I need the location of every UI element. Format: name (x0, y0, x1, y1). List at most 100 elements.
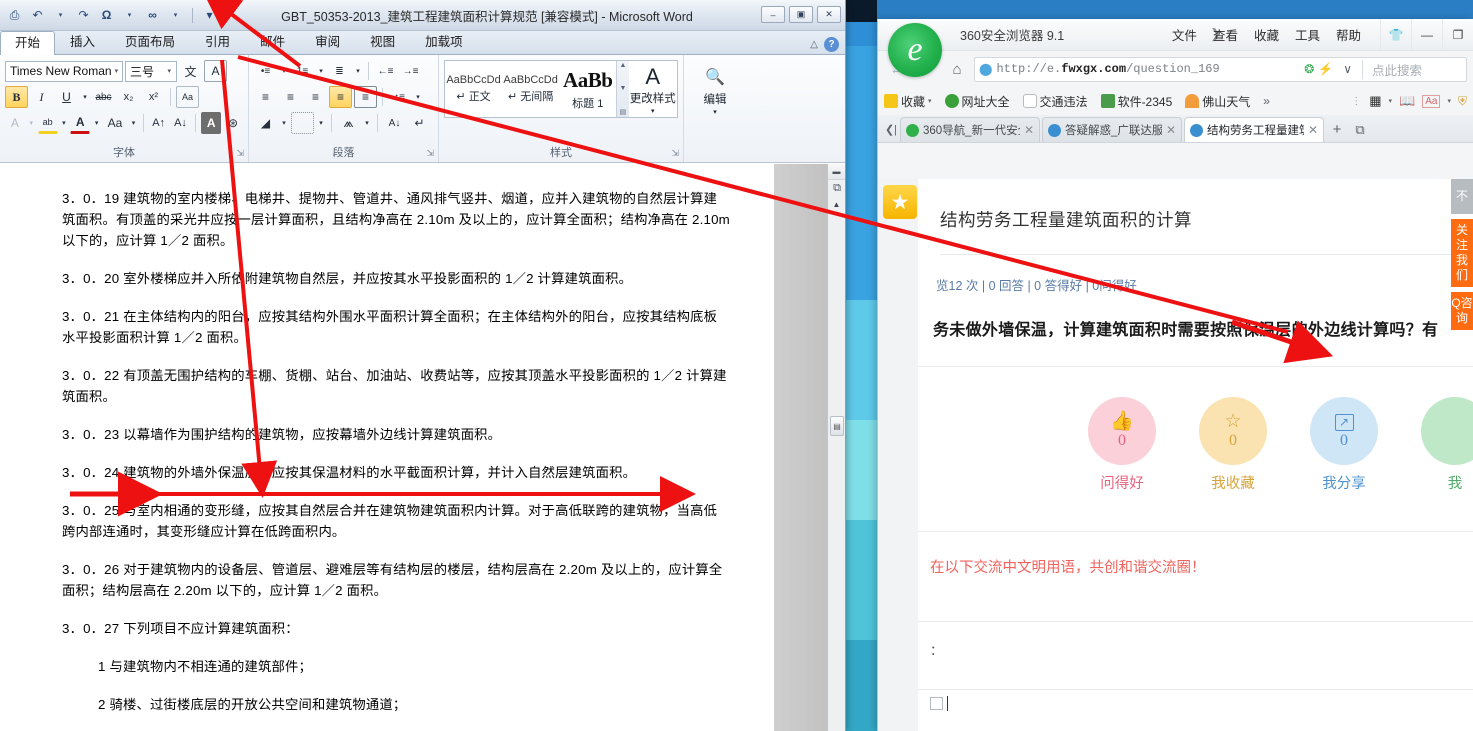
change-case-button[interactable]: Aa (103, 112, 127, 134)
character-shading-button[interactable]: A (201, 112, 222, 134)
action-buttons[interactable]: 👍 0 问得好 ☆ 0 我收藏 ↗ 0 我分享 我 (918, 367, 1473, 493)
bold-button[interactable]: B (5, 86, 28, 108)
change-styles-button[interactable]: A 更改样式 ▾ (629, 61, 677, 117)
more-tools-icon[interactable]: ⛨ (1458, 94, 1467, 109)
toolbar-extensions[interactable]: ⋮ ▦ ▾ 📖 Aa ▾ ⛨ (1351, 93, 1467, 109)
tab-close-icon[interactable]: ✕ (1024, 123, 1034, 137)
chevron-down-icon[interactable]: ∨ (1337, 62, 1358, 76)
favorite-star-icon[interactable]: ★ (883, 185, 917, 219)
minimize-button[interactable]: – (761, 6, 785, 23)
bullets-button[interactable]: •≡ (254, 60, 277, 82)
infinity-dropdown-icon[interactable]: ▾ (166, 6, 185, 25)
shading-dropdown-icon[interactable]: ▾ (279, 112, 289, 134)
help-icon[interactable]: ? (824, 37, 839, 52)
action-good-question[interactable]: 👍 0 问得好 (1088, 397, 1156, 493)
shading-button[interactable]: ◢ (254, 112, 277, 134)
tab-close-icon[interactable]: ✕ (1308, 123, 1318, 137)
chevron-down-icon[interactable]: ▾ (1447, 97, 1451, 105)
browser-menu-bar[interactable]: 文件 查看 收藏 工具 帮助 (1172, 25, 1361, 44)
editing-button[interactable]: 🔍 编辑 ▾ (689, 58, 741, 116)
search-input[interactable]: 点此搜索 (1362, 59, 1462, 79)
undo-dropdown-icon[interactable]: ▾ (51, 6, 70, 25)
address-bar[interactable]: ⬤ http://e.fwxgx.com/question_169 ❂ ⚡ ∨ … (974, 56, 1467, 82)
borders-dropdown-icon[interactable]: ▾ (316, 112, 326, 134)
customize-qat-icon[interactable]: ▾ (200, 6, 219, 25)
enclose-character-button[interactable]: ⊛ (223, 112, 243, 134)
mixed-dropdown-icon[interactable]: ▾ (362, 112, 372, 134)
superscript-button[interactable]: x² (142, 86, 165, 108)
tab-scroll-left-icon[interactable]: ❮| (882, 116, 900, 142)
skin-button[interactable]: 👕 (1380, 19, 1411, 51)
tab-list-icon[interactable]: ⧉ (1348, 117, 1372, 142)
checkbox[interactable] (930, 697, 943, 710)
security-shield-icon[interactable]: ❂ (1304, 62, 1314, 76)
grow-font-button[interactable]: A↑ (149, 112, 169, 134)
text-effects-button[interactable]: A (5, 112, 25, 134)
styles-gallery[interactable]: AaBbCcDd ↵ 正文 AaBbCcDd ↵ 无间隔 AaBb 标题 1 ▲… (444, 60, 678, 118)
scroll-up-arrow[interactable]: ▲ (828, 200, 845, 209)
align-right-button[interactable]: ≡ (304, 86, 327, 108)
minimize-button[interactable]: — (1411, 19, 1442, 51)
side-button-follow[interactable]: 关注我们 (1451, 219, 1473, 287)
highlight-button[interactable]: ab (37, 112, 58, 134)
style-item-normal[interactable]: AaBbCcDd ↵ 正文 (445, 61, 502, 117)
browser-window-buttons[interactable]: 👕 — ❐ (1380, 19, 1473, 51)
align-center-button[interactable]: ≡ (279, 86, 302, 108)
document-page[interactable]: 3．0．19 建筑物的室内楼梯、电梯井、提物井、管道井、通风排气竖井、烟道，应并… (0, 164, 774, 731)
restore-button[interactable]: ▣ (789, 6, 813, 23)
bookmark-foshantianqi[interactable]: 佛山天气 (1185, 93, 1250, 110)
word-ribbon-tabs[interactable]: 开始 插入 页面布局 引用 邮件 审阅 视图 加载项 △ ? (0, 31, 845, 55)
home-icon[interactable]: ⌂ (944, 56, 970, 82)
collapse-ribbon-icon[interactable]: △ (810, 39, 818, 50)
close-button[interactable]: ✕ (817, 6, 841, 23)
tab-360-navigation[interactable]: 360导航_新一代安全 ✕ (900, 117, 1040, 142)
floating-side-bar[interactable]: 不 关注我们 Q咨询 (1451, 179, 1473, 330)
tab-review[interactable]: 审阅 (300, 30, 355, 54)
highlight-dropdown-icon[interactable]: ▾ (60, 112, 69, 134)
tab-glodon-answers[interactable]: 答疑解惑_广联达服务 ✕ (1042, 117, 1182, 142)
sort-button[interactable]: A↓ (383, 112, 406, 134)
tab-mailings[interactable]: 邮件 (245, 30, 300, 54)
strikethrough-button[interactable]: abc (92, 86, 115, 108)
character-border-icon[interactable]: A (204, 60, 227, 82)
menu-view[interactable]: 查看 (1213, 25, 1238, 44)
scrollbar-thumb[interactable]: ▤ (830, 416, 844, 436)
line-spacing-button[interactable]: ↕≡ (388, 86, 411, 108)
word-window-buttons[interactable]: – ▣ ✕ (761, 6, 841, 23)
word-document-area[interactable]: 3．0．19 建筑物的室内楼梯、电梯井、提物井、管道井、通风排气竖井、烟道，应并… (0, 164, 845, 731)
multilevel-list-button[interactable]: ≣ (328, 60, 351, 82)
select-browse-object-icon[interactable]: ⧉ (830, 182, 844, 196)
multilevel-dropdown-icon[interactable]: ▾ (353, 60, 363, 82)
action-favorite[interactable]: ☆ 0 我收藏 (1199, 397, 1267, 493)
style-item-heading1[interactable]: AaBb 标题 1 (559, 61, 616, 117)
action-circle[interactable]: ↗ 0 (1310, 397, 1378, 465)
bookmarks-overflow-icon[interactable]: » (1263, 94, 1270, 108)
styles-dialog-launcher[interactable]: ⇲ (671, 148, 679, 159)
web-page-content[interactable]: ★ 结构劳务工程量建筑面积的计算 览12 次 | 0 回答 | 0 答得好 | … (878, 179, 1473, 731)
shrink-font-button[interactable]: A↓ (171, 112, 191, 134)
save-icon[interactable]: ⎙ (5, 6, 24, 25)
text-effects-dropdown-icon[interactable]: ▾ (27, 112, 36, 134)
menu-favorites[interactable]: 收藏 (1254, 25, 1279, 44)
style-item-nospacing[interactable]: AaBbCcDd ↵ 无间隔 (502, 61, 559, 117)
clear-formatting-button[interactable]: Aa (176, 86, 199, 108)
align-left-button[interactable]: ≡ (254, 86, 277, 108)
tab-addins[interactable]: 加载项 (410, 30, 478, 54)
action-circle[interactable] (1421, 397, 1473, 465)
bookmark-jiaotongweifa[interactable]: 交通违法 (1022, 93, 1088, 110)
drag-handle-icon[interactable]: ⋮ (1351, 96, 1362, 107)
translate-icon[interactable]: Aa (1422, 94, 1441, 108)
quick-access-toolbar[interactable]: ⎙ ↶ ▾ ↷ Ω ▾ ∞ ▾ ▾ (0, 6, 219, 25)
distributed-button[interactable]: ≡ (354, 86, 377, 108)
font-dialog-launcher[interactable]: ⇲ (236, 148, 244, 159)
change-styles-dropdown-icon[interactable]: ▾ (651, 107, 655, 115)
justify-button[interactable]: ≡ (329, 86, 352, 108)
bullets-dropdown-icon[interactable]: ▾ (279, 60, 289, 82)
bookmark-wangzhidaquan[interactable]: 网址大全 (944, 93, 1010, 110)
tab-view[interactable]: 视图 (355, 30, 410, 54)
font-size-input[interactable]: 三号 ▾ (125, 60, 177, 82)
action-share[interactable]: ↗ 0 我分享 (1310, 397, 1378, 493)
tab-home[interactable]: 开始 (0, 31, 56, 55)
tab-structural-labor-area[interactable]: 结构劳务工程量建筑面 ✕ (1184, 117, 1324, 142)
undo-icon[interactable]: ↶ (28, 6, 47, 25)
